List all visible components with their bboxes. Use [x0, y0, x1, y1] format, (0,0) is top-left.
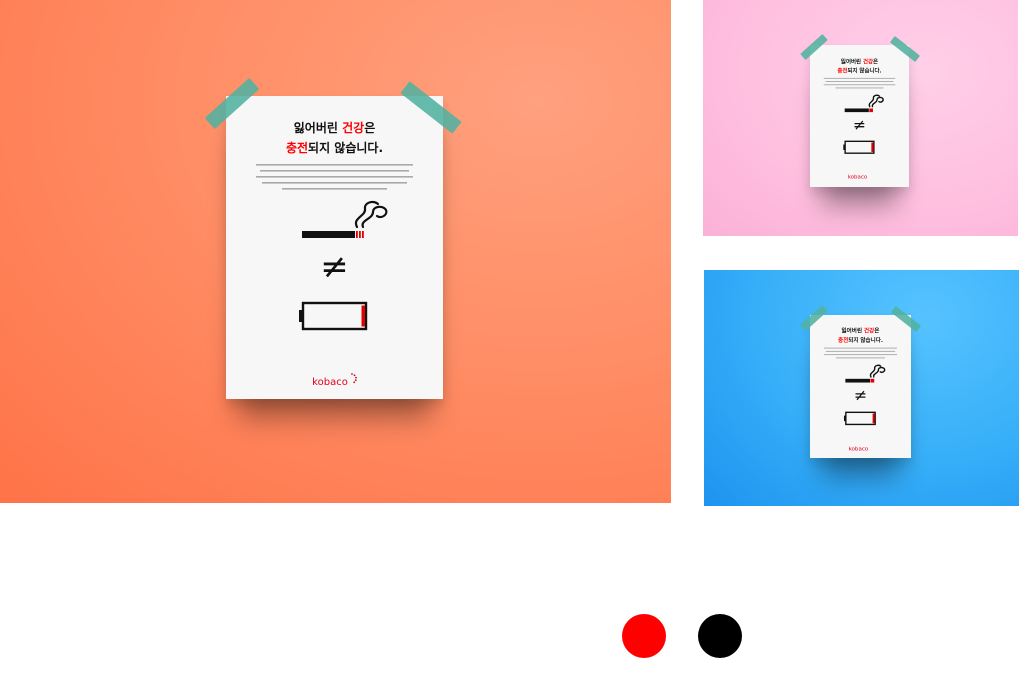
swatch-black [698, 614, 742, 658]
low-battery-icon [299, 301, 368, 331]
poster-artwork: 잃어버린 건강은 충전되지 않습니다. ≠ kobaco [823, 327, 898, 452]
poster-body-text-lines [823, 347, 898, 359]
cigarette-icon [302, 200, 388, 238]
svg-text:kobaco: kobaco [848, 446, 868, 452]
poster-artwork: 잃어버린 건강은 충전되지 않습니다. ≠ kobaco [823, 57, 896, 181]
poster-headline-line1: 잃어버린 건강은 [294, 120, 375, 135]
low-battery-icon [843, 140, 875, 154]
poster-headline-line1: 잃어버린 건강은 [842, 327, 880, 335]
svg-text:kobaco: kobaco [848, 175, 868, 181]
poster-large: 잃어버린 건강은 충전되지 않습니다. ≠ kobaco [226, 96, 443, 399]
cigarette-icon [844, 94, 884, 113]
not-equal-icon: ≠ [320, 247, 349, 287]
kobaco-logo: kobaco [848, 446, 868, 452]
poster-headline-line2: 충전되지 않습니다. [286, 140, 383, 155]
poster-headline-line1: 잃어버린 건강은 [841, 57, 878, 65]
poster-pink: 잃어버린 건강은 충전되지 않습니다. ≠ kobaco [810, 45, 909, 187]
poster-artwork: 잃어버린 건강은 충전되지 않습니다. ≠ kobaco [256, 120, 413, 388]
mockup-blue-panel: 잃어버린 건강은 충전되지 않습니다. ≠ kobaco [704, 270, 1019, 506]
poster-headline-line2: 충전되지 않습니다. [837, 66, 881, 74]
low-battery-icon [843, 411, 876, 426]
not-equal-icon: ≠ [853, 116, 866, 134]
mockup-orange-panel: 잃어버린 건강은 충전되지 않습니다. ≠ kobaco [0, 0, 671, 503]
cigarette-icon [845, 364, 886, 383]
poster-body-text-lines [256, 164, 413, 190]
mockup-pink-panel: 잃어버린 건강은 충전되지 않습니다. ≠ kobaco [703, 0, 1018, 236]
poster-blue: 잃어버린 건강은 충전되지 않습니다. ≠ kobaco [810, 315, 911, 458]
kobaco-logo: kobaco [312, 373, 357, 388]
not-equal-icon: ≠ [854, 386, 867, 405]
poster-body-text-lines [823, 77, 896, 89]
swatch-red [622, 614, 666, 658]
kobaco-logo: kobaco [848, 175, 868, 181]
poster-headline-line2: 충전되지 않습니다. [838, 336, 883, 344]
svg-text:kobaco: kobaco [312, 377, 348, 388]
